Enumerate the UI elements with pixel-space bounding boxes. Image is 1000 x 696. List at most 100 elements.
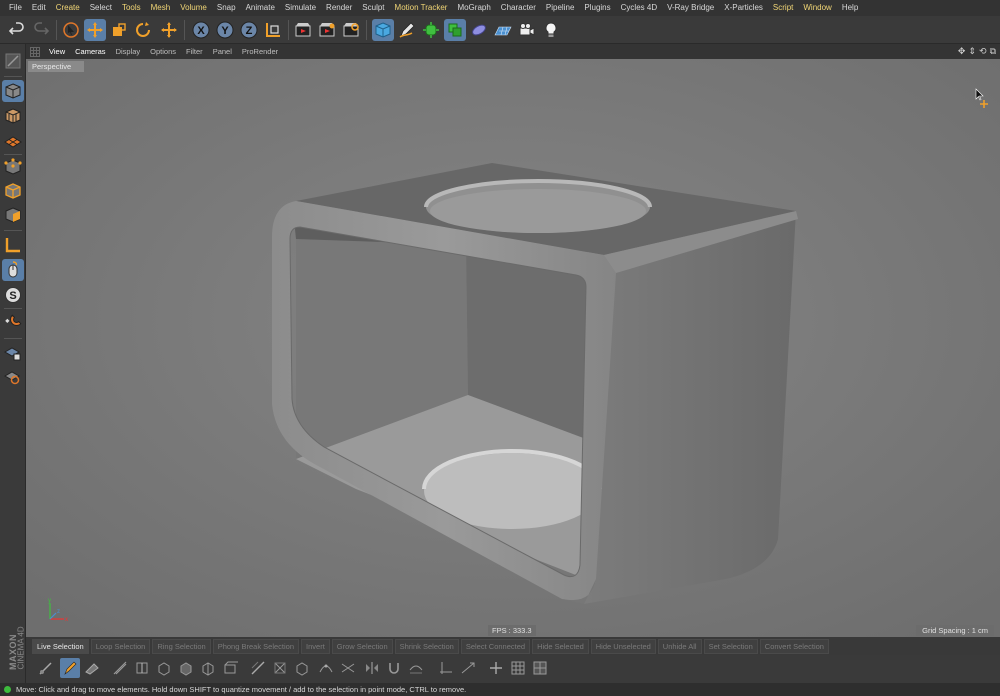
render-view-icon[interactable] (292, 19, 314, 41)
cube-icon[interactable] (372, 19, 394, 41)
subdivide-icon[interactable] (530, 658, 550, 678)
mode-set-selection[interactable]: Set Selection (703, 638, 758, 654)
viewport-menu-filter[interactable]: Filter (181, 47, 208, 56)
live-selection-icon[interactable] (60, 19, 82, 41)
menu-sculpt[interactable]: Sculpt (357, 0, 389, 16)
texture-mode-icon[interactable] (2, 105, 24, 127)
smooth-shift-icon[interactable] (406, 658, 426, 678)
mode-convert-selection[interactable]: Convert Selection (759, 638, 829, 654)
polygons-mode-icon[interactable] (2, 204, 24, 226)
menu-edit[interactable]: Edit (27, 0, 51, 16)
reverse-normals-icon[interactable] (458, 658, 478, 678)
mode-hide-unselected[interactable]: Hide Unselected (590, 638, 656, 654)
3d-scene[interactable] (26, 59, 1000, 637)
viewport-menu-display[interactable]: Display (111, 47, 146, 56)
move-icon[interactable] (84, 19, 106, 41)
coordinate-system-icon[interactable] (262, 19, 284, 41)
slide-icon[interactable] (316, 658, 336, 678)
menu-window[interactable]: Window (798, 0, 836, 16)
menu-animate[interactable]: Animate (241, 0, 280, 16)
menu-character[interactable]: Character (496, 0, 541, 16)
make-editable-icon[interactable] (2, 50, 24, 72)
menu-volume[interactable]: Volume (175, 0, 212, 16)
pen-icon[interactable] (396, 19, 418, 41)
y-axis-icon[interactable]: Y (214, 19, 236, 41)
stitch-and-sew-icon[interactable] (338, 658, 358, 678)
brush-tool-icon[interactable] (60, 658, 80, 678)
extrude-icon[interactable] (154, 658, 174, 678)
align-normals-icon[interactable] (436, 658, 456, 678)
floor-icon[interactable] (492, 19, 514, 41)
tweak-mode-icon[interactable] (2, 259, 24, 281)
viewport-camera-label[interactable]: Perspective (28, 61, 84, 72)
mirror-icon[interactable] (362, 658, 382, 678)
viewport-menu-prorender[interactable]: ProRender (237, 47, 283, 56)
solo-mode-icon[interactable]: S (2, 284, 24, 306)
menu-file[interactable]: File (4, 0, 27, 16)
deformer-icon[interactable] (468, 19, 490, 41)
menu-render[interactable]: Render (321, 0, 357, 16)
menu-create[interactable]: Create (51, 0, 85, 16)
edit-render-settings-icon[interactable] (340, 19, 362, 41)
mode-phong-break-selection[interactable]: Phong Break Selection (212, 638, 300, 654)
menu-help[interactable]: Help (837, 0, 863, 16)
menu-pipeline[interactable]: Pipeline (541, 0, 579, 16)
menu-simulate[interactable]: Simulate (280, 0, 321, 16)
mode-grow-selection[interactable]: Grow Selection (331, 638, 393, 654)
mode-loop-selection[interactable]: Loop Selection (90, 638, 151, 654)
viewport-menu-options[interactable]: Options (145, 47, 181, 56)
pan-icon[interactable]: ✥ (958, 46, 966, 56)
polygon-pen-icon[interactable] (82, 658, 102, 678)
mode-invert[interactable]: Invert (301, 638, 330, 654)
bevel-icon[interactable] (198, 658, 218, 678)
mode-unhide-all[interactable]: Unhide All (657, 638, 702, 654)
extrude-inner-icon[interactable] (176, 658, 196, 678)
model-mode-icon[interactable] (2, 80, 24, 102)
knife-tool-icon[interactable] (110, 658, 130, 678)
scale-icon[interactable] (108, 19, 130, 41)
viewport-menu-cameras[interactable]: Cameras (70, 47, 110, 56)
array-icon[interactable] (444, 19, 466, 41)
menu-script[interactable]: Script (768, 0, 798, 16)
polygon-grid-icon[interactable] (508, 658, 528, 678)
redo-icon[interactable] (30, 19, 52, 41)
menu-select[interactable]: Select (85, 0, 117, 16)
planar-workplane-icon[interactable] (2, 366, 24, 388)
mode-shrink-selection[interactable]: Shrink Selection (394, 638, 459, 654)
orbit-icon[interactable]: ⟲ (979, 46, 987, 56)
edges-mode-icon[interactable] (2, 180, 24, 202)
recent-tool-icon[interactable] (158, 19, 180, 41)
mode-hide-selected[interactable]: Hide Selected (532, 638, 589, 654)
live-selection-tool-icon[interactable] (36, 658, 56, 678)
z-axis-icon[interactable]: Z (238, 19, 260, 41)
render-picture-viewer-icon[interactable] (316, 19, 338, 41)
viewport-menu-panel[interactable]: Panel (208, 47, 237, 56)
menu-snap[interactable]: Snap (212, 0, 241, 16)
rotate-icon[interactable] (132, 19, 154, 41)
menu-mesh[interactable]: Mesh (146, 0, 176, 16)
loop-cut-icon[interactable] (132, 658, 152, 678)
camera-icon[interactable] (516, 19, 538, 41)
x-axis-icon[interactable]: X (190, 19, 212, 41)
menu-motion-tracker[interactable]: Motion Tracker (390, 0, 453, 16)
magnet-icon[interactable] (384, 658, 404, 678)
axis-mode-icon[interactable] (2, 234, 24, 256)
perspective-viewport[interactable]: Perspective y x z FPS : 333.3 Grid Spaci… (26, 59, 1000, 637)
menu-mograph[interactable]: MoGraph (452, 0, 495, 16)
points-mode-icon[interactable] (2, 156, 24, 178)
menu-x-particles[interactable]: X-Particles (719, 0, 768, 16)
undo-icon[interactable] (6, 19, 28, 41)
dolly-icon[interactable]: ⇕ (968, 46, 976, 56)
snap-icon[interactable] (2, 312, 24, 334)
menu-plugins[interactable]: Plugins (579, 0, 615, 16)
subdivision-icon[interactable] (420, 19, 442, 41)
bridge-icon[interactable] (220, 658, 240, 678)
menu-v-ray-bridge[interactable]: V-Ray Bridge (662, 0, 719, 16)
add-point-icon[interactable] (486, 658, 506, 678)
light-icon[interactable] (540, 19, 562, 41)
mode-select-connected[interactable]: Select Connected (460, 638, 531, 654)
mode-live-selection[interactable]: Live Selection (32, 638, 89, 654)
dissolve-icon[interactable] (270, 658, 290, 678)
menu-cycles-4d[interactable]: Cycles 4D (616, 0, 662, 16)
viewport-grip-icon[interactable] (30, 46, 40, 57)
